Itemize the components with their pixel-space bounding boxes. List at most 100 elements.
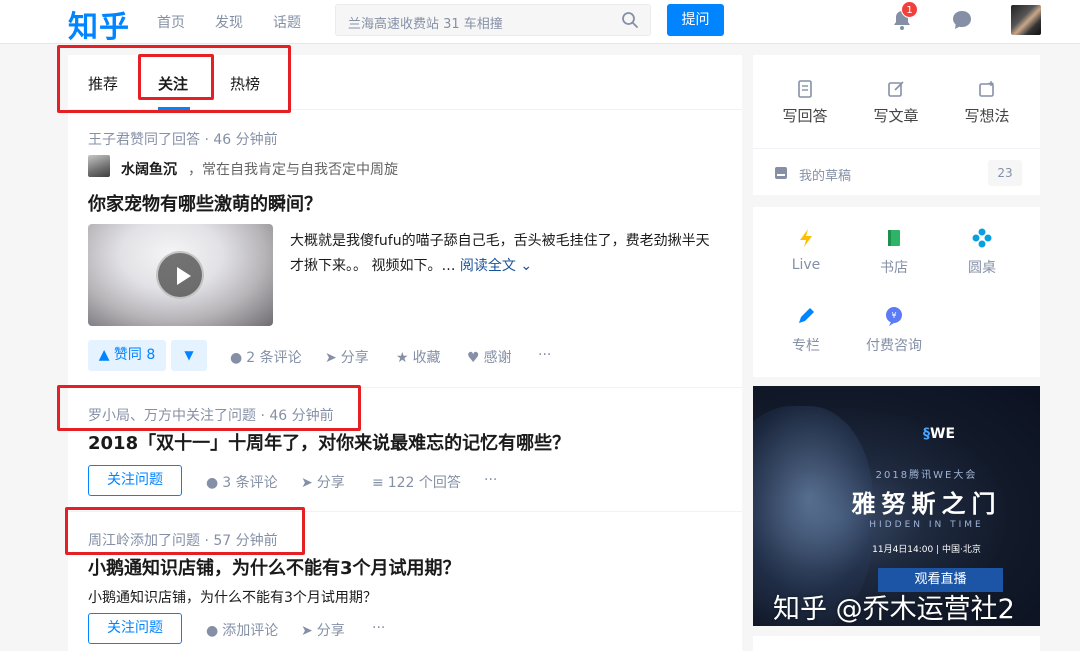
service-consult-label: 付费咨询 — [866, 338, 922, 354]
consult-icon: ¥ — [886, 307, 902, 326]
share-label: 分享 — [316, 623, 345, 639]
author-name[interactable]: 水阔鱼沉 — [121, 159, 177, 179]
author-avatar[interactable] — [88, 155, 110, 177]
more-button[interactable]: ··· — [372, 620, 385, 636]
highlight-box-following-tab — [138, 54, 214, 100]
comment-icon: ● — [230, 350, 243, 366]
thanks-button[interactable]: ♥ 感谢 — [467, 347, 512, 367]
share-icon: ➤ — [325, 350, 337, 366]
add-comment-button[interactable]: ● 添加评论 — [206, 620, 278, 640]
nav-topics[interactable]: 话题 — [273, 12, 301, 32]
question-title[interactable]: 小鹅通知识店铺，为什么不能有3个月试用期？ — [88, 554, 461, 580]
share-icon: ➤ — [301, 475, 313, 491]
play-icon[interactable] — [156, 251, 204, 299]
share-button[interactable]: ➤ 分享 — [301, 620, 345, 640]
ask-question-button[interactable]: 提问 — [667, 4, 724, 36]
collect-label: 收藏 — [412, 350, 441, 366]
share-icon: ➤ — [301, 623, 313, 639]
author-bio: ，常在自我肯定与自我否定中周旋 — [188, 162, 398, 178]
service-bookstore[interactable]: 书店 — [854, 227, 934, 277]
nav-discover[interactable]: 发现 — [215, 12, 243, 32]
ad-event: 2018腾讯WE大会 — [875, 470, 978, 481]
services-card: Live 书店 圆桌 专栏 ¥ 付费咨询 — [753, 207, 1040, 377]
feed-card: 推荐 关注 热榜 王子君赞同了回答 · 46 分钟前 水阔鱼沉 ，常在自我肯定与… — [57, 45, 742, 651]
ad-headline: 雅努斯之门 — [851, 490, 1002, 518]
comment-icon: ● — [206, 623, 219, 639]
follow-question-button[interactable]: 关注问题 — [88, 613, 182, 644]
pen-icon — [799, 308, 814, 323]
share-label: 分享 — [316, 475, 345, 491]
answers-label: 122 个回答 — [387, 475, 461, 491]
more-button[interactable]: ··· — [538, 347, 551, 363]
answers-button[interactable]: ≡ 122 个回答 — [372, 472, 461, 492]
service-bookstore-label: 书店 — [880, 260, 908, 276]
share-button[interactable]: ➤ 分享 — [301, 472, 345, 492]
thanks-label: 感谢 — [483, 350, 512, 366]
service-column[interactable]: 专栏 — [766, 305, 846, 355]
chevron-down-icon: ⌄ — [520, 258, 533, 274]
notification-badge: 1 — [901, 1, 918, 18]
activity-meta: 王子君赞同了回答 · 46 分钟前 — [88, 132, 278, 148]
question-title[interactable]: 你家宠物有哪些激萌的瞬间？ — [88, 190, 322, 216]
service-column-label: 专栏 — [792, 338, 820, 354]
comment-button[interactable]: ● 3 条评论 — [206, 472, 278, 492]
write-idea-label: 写想法 — [964, 107, 1010, 125]
comment-icon: ● — [206, 475, 219, 491]
ad-english: HIDDEN IN TIME — [869, 520, 984, 530]
add-comment-label: 添加评论 — [222, 623, 279, 639]
idea-icon — [979, 81, 994, 97]
write-article-button[interactable]: 写文章 — [864, 79, 928, 126]
service-live[interactable]: Live — [766, 227, 846, 273]
question-excerpt[interactable]: 小鹅通知识店铺，为什么不能有3个月试用期？ — [88, 587, 377, 607]
search-input[interactable]: 兰海高速收费站 31 车相撞 — [335, 4, 651, 36]
top-bar: 知乎 首页 发现 话题 兰海高速收费站 31 车相撞 提问 1 — [0, 0, 1080, 46]
sidebar-next-card — [753, 636, 1040, 651]
write-idea-button[interactable]: 写想法 — [955, 79, 1019, 126]
triangle-down-icon: ▼ — [184, 348, 194, 362]
service-roundtable[interactable]: 圆桌 — [942, 227, 1022, 277]
read-more-label: 阅读全文 — [459, 258, 516, 274]
highlight-box-meta — [57, 385, 361, 431]
service-roundtable-label: 圆桌 — [968, 260, 996, 276]
write-card: 写回答 写文章 写想法 我的草稿 23 — [753, 55, 1040, 195]
read-more-link[interactable]: 阅读全文 ⌄ — [460, 258, 532, 274]
user-avatar[interactable] — [1011, 5, 1041, 35]
lightning-icon — [800, 229, 812, 247]
answer-icon — [798, 80, 812, 98]
write-article-label: 写文章 — [873, 107, 919, 125]
edit-icon — [888, 81, 904, 97]
ad-date: 11月4日14:00 | 中国·北京 — [872, 545, 981, 555]
service-live-label: Live — [791, 257, 821, 273]
search-placeholder: 兰海高速收费站 31 车相撞 — [348, 17, 503, 32]
answer-excerpt[interactable]: 大概就是我傻fufu的喵子舔自己毛，舌头被毛挂住了，费老劲揪半天才揪下来。。 视… — [290, 229, 720, 279]
book-icon — [888, 230, 900, 246]
list-icon: ≡ — [372, 475, 384, 491]
write-answer-label: 写回答 — [782, 107, 828, 125]
more-button[interactable]: ··· — [484, 472, 497, 488]
downvote-button[interactable]: ▼ — [171, 340, 207, 371]
comment-label: 3 条评论 — [222, 475, 278, 491]
we-logo-text: WE — [930, 426, 956, 442]
draft-icon — [775, 167, 787, 179]
follow-question-button[interactable]: 关注问题 — [88, 465, 182, 496]
roundtable-icon — [972, 228, 992, 248]
drafts-count: 23 — [988, 160, 1022, 186]
drafts-row[interactable]: 我的草稿 23 — [753, 148, 1040, 195]
drafts-label: 我的草稿 — [799, 169, 852, 184]
question-title[interactable]: 2018「双十一」十周年了，对你来说最难忘的记忆有哪些？ — [88, 429, 570, 455]
nav-home[interactable]: 首页 — [157, 12, 185, 32]
share-button[interactable]: ➤ 分享 — [325, 347, 369, 367]
share-label: 分享 — [340, 350, 369, 366]
video-thumbnail[interactable] — [88, 224, 273, 326]
collect-button[interactable]: ★ 收藏 — [396, 347, 441, 367]
search-icon[interactable] — [620, 10, 640, 30]
service-consult[interactable]: ¥ 付费咨询 — [854, 305, 934, 355]
comment-button[interactable]: ● 2 条评论 — [230, 347, 302, 367]
write-answer-button[interactable]: 写回答 — [773, 79, 837, 126]
zhihu-logo[interactable]: 知乎 — [68, 2, 130, 46]
highlight-box-meta — [65, 507, 305, 555]
message-icon[interactable] — [950, 8, 974, 32]
upvote-button[interactable]: ▲ 赞同 8 — [88, 340, 166, 371]
star-icon: ★ — [396, 350, 409, 366]
watermark: 知乎 @乔木运营社2 — [773, 594, 1015, 625]
